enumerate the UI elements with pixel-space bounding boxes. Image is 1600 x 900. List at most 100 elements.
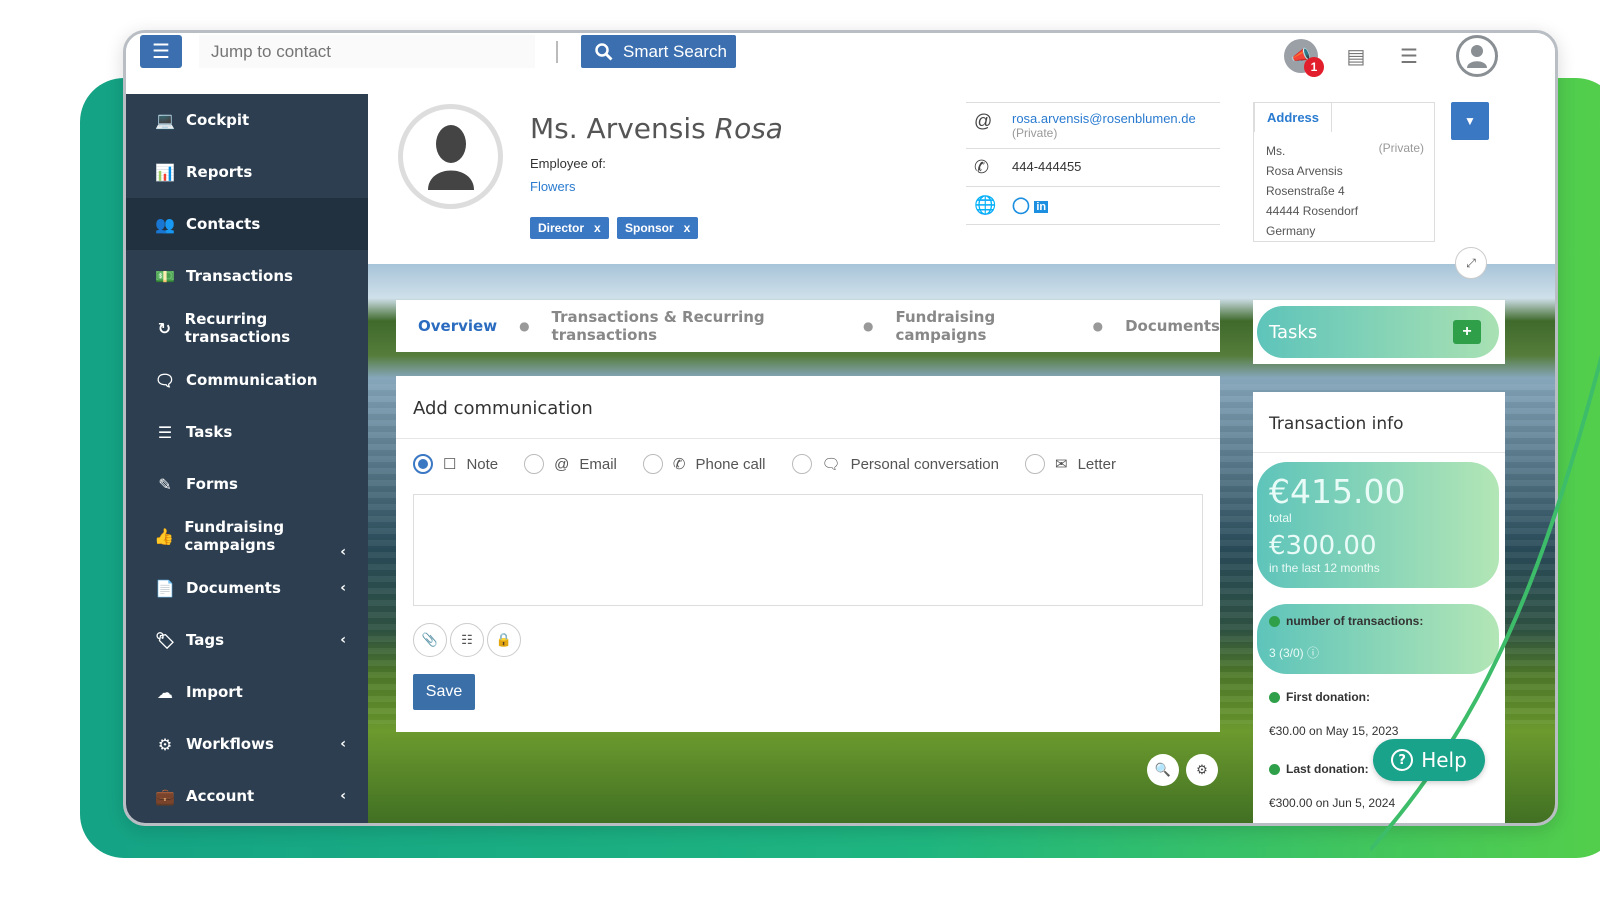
count-value-text: 3 (3/0): [1269, 646, 1304, 660]
attachment-button[interactable]: 📎: [413, 623, 447, 657]
sidebar-item-label: Account: [186, 787, 255, 805]
contact-first-name: Rosa: [714, 112, 783, 145]
help-label: Help: [1421, 748, 1467, 772]
sidebar-item-documents[interactable]: 📄 Documents ‹: [126, 562, 368, 614]
divider: [556, 41, 558, 63]
smart-search-button[interactable]: Smart Search: [581, 35, 736, 68]
search-icon: 🔍: [1154, 762, 1172, 777]
save-button[interactable]: Save: [413, 674, 475, 710]
sidebar-item-import[interactable]: ☁ Import: [126, 666, 368, 718]
globe-icon: 🌐: [974, 195, 997, 215]
contact-tabs: Overview ● Transactions & Recurring tran…: [396, 300, 1220, 352]
contact-name: Ms. Arvensis Rosa: [530, 112, 783, 145]
sidebar-item-reports[interactable]: 📊 Reports: [126, 146, 368, 198]
tasks-icon: ☰: [157, 422, 173, 442]
sidebar-item-label: Forms: [186, 475, 238, 493]
phone-number[interactable]: 444-444455: [1012, 157, 1081, 174]
email-link[interactable]: rosa.arvensis@rosenblumen.de: [1012, 111, 1196, 126]
tab-separator: ●: [519, 319, 530, 333]
radio-button[interactable]: [524, 454, 545, 474]
tab-overview[interactable]: Overview: [418, 317, 497, 335]
remove-tag-icon[interactable]: x: [594, 221, 601, 235]
user-icon: [1467, 45, 1487, 68]
radio-letter[interactable]: ✉ Letter: [1025, 454, 1116, 474]
sidebar-item-tasks[interactable]: ☰ Tasks: [126, 406, 368, 458]
note-icon: ☐: [443, 456, 457, 473]
users-icon: 👥: [155, 214, 175, 234]
zoom-button[interactable]: 🔍: [1147, 754, 1179, 786]
radio-label: Phone call: [695, 455, 766, 473]
sidebar-item-recurring-transactions[interactable]: ↻ Recurring transactions: [126, 302, 368, 354]
sidebar-item-label: Transactions: [186, 267, 293, 285]
tag-label: Director: [538, 221, 585, 235]
envelope-icon: ✉: [1055, 456, 1068, 473]
tasks-list-icon[interactable]: ☰: [1392, 39, 1426, 73]
chevron-left-icon[interactable]: ‹: [340, 632, 346, 648]
jump-to-contact-input[interactable]: [199, 35, 535, 68]
sidebar-item-contacts[interactable]: 👥 Contacts: [126, 198, 368, 250]
address-tab[interactable]: Address: [1254, 102, 1333, 132]
briefcase-icon: 💼: [155, 786, 175, 806]
radio-email[interactable]: @ Email: [524, 454, 617, 474]
email-type: (Private): [1012, 126, 1058, 140]
tag-sponsor: Sponsor x: [617, 217, 699, 239]
tab-transactions[interactable]: Transactions & Recurring transactions: [552, 308, 841, 344]
menu-icon: ☰: [152, 41, 170, 63]
sidebar-item-transactions[interactable]: 💵 Transactions: [126, 250, 368, 302]
sidebar-item-label: Communication: [186, 371, 318, 389]
menu-button[interactable]: ☰: [140, 35, 182, 68]
sidebar-item-label: Import: [186, 683, 243, 701]
radio-button[interactable]: [1025, 454, 1045, 474]
settings-button[interactable]: ⚙: [1186, 754, 1218, 786]
chevron-left-icon[interactable]: ‹: [340, 788, 346, 804]
sidebar-item-label: Contacts: [186, 215, 261, 233]
communication-textarea[interactable]: [413, 494, 1203, 606]
chevron-left-icon[interactable]: ‹: [340, 736, 346, 752]
radio-phone-call[interactable]: ✆ Phone call: [642, 454, 766, 474]
last-donation-label-text: Last donation:: [1286, 762, 1369, 776]
sidebar-item-fundraising-campaigns[interactable]: 👍 Fundraising campaigns ‹: [126, 510, 368, 562]
tab-fundraising-campaigns[interactable]: Fundraising campaigns: [895, 308, 1070, 344]
comments-icon: 🗨: [154, 370, 176, 390]
address-line: Rosa Arvensis: [1266, 164, 1343, 178]
info-icon[interactable]: ⓘ: [1307, 646, 1319, 660]
status-dot: [1269, 691, 1280, 703]
sidebar-item-workflows[interactable]: ⚙ Workflows ‹: [126, 718, 368, 770]
linkedin-icon[interactable]: in: [1034, 201, 1049, 213]
tab-documents[interactable]: Documents: [1125, 317, 1220, 335]
sidebar-item-label: Tasks: [186, 423, 233, 441]
edit-icon: ✎: [158, 474, 172, 494]
sidebar-item-forms[interactable]: ✎ Forms: [126, 458, 368, 510]
radio-button[interactable]: [413, 454, 433, 474]
sidebar-item-account[interactable]: 💼 Account ‹: [126, 770, 368, 822]
app-window: ☰ Smart Search 📣 1 ▤ ☰ 💻 Cockpit 📊 Reports 👥…: [123, 30, 1558, 826]
instagram-icon[interactable]: ◯: [1012, 197, 1030, 214]
money-icon: 💵: [155, 266, 175, 286]
lock-button[interactable]: 🔒: [487, 623, 521, 657]
sidebar: 💻 Cockpit 📊 Reports 👥 Contacts 💵 Transactions ↻ R…: [126, 94, 368, 823]
sidebar-item-label: Workflows: [186, 735, 274, 753]
panel-title: Add communication: [413, 398, 593, 419]
radio-personal-conversation[interactable]: 🗨 Personal conversation: [791, 454, 999, 474]
company-link[interactable]: Flowers: [530, 179, 576, 194]
top-bar: ☰ Smart Search 📣 1 ▤ ☰: [126, 33, 1555, 96]
sidebar-item-tags[interactable]: 🏷 Tags ‹: [126, 614, 368, 666]
at-icon: @: [554, 455, 570, 473]
sidebar-item-communication[interactable]: 🗨 Communication: [126, 354, 368, 406]
address-line: Rosenstraße 4: [1266, 184, 1345, 198]
sidebar-item-cockpit[interactable]: 💻 Cockpit: [126, 94, 368, 146]
radio-button[interactable]: [791, 454, 812, 474]
user-avatar[interactable]: [1456, 35, 1498, 77]
smart-search-label: Smart Search: [623, 41, 727, 61]
newspaper-icon[interactable]: ▤: [1339, 39, 1373, 73]
paperclip-icon: 📎: [421, 632, 439, 647]
sidebar-item-label: Documents: [186, 579, 281, 597]
radio-note[interactable]: ☐ Note: [413, 454, 498, 474]
comments-icon: 🗨: [821, 456, 841, 473]
date-button[interactable]: ☷: [450, 623, 484, 657]
remove-tag-icon[interactable]: x: [684, 221, 691, 235]
radio-button[interactable]: [642, 454, 663, 474]
help-button[interactable]: ? Help: [1373, 739, 1485, 781]
chevron-left-icon[interactable]: ‹: [340, 580, 346, 596]
chevron-left-icon[interactable]: ‹: [340, 544, 346, 560]
